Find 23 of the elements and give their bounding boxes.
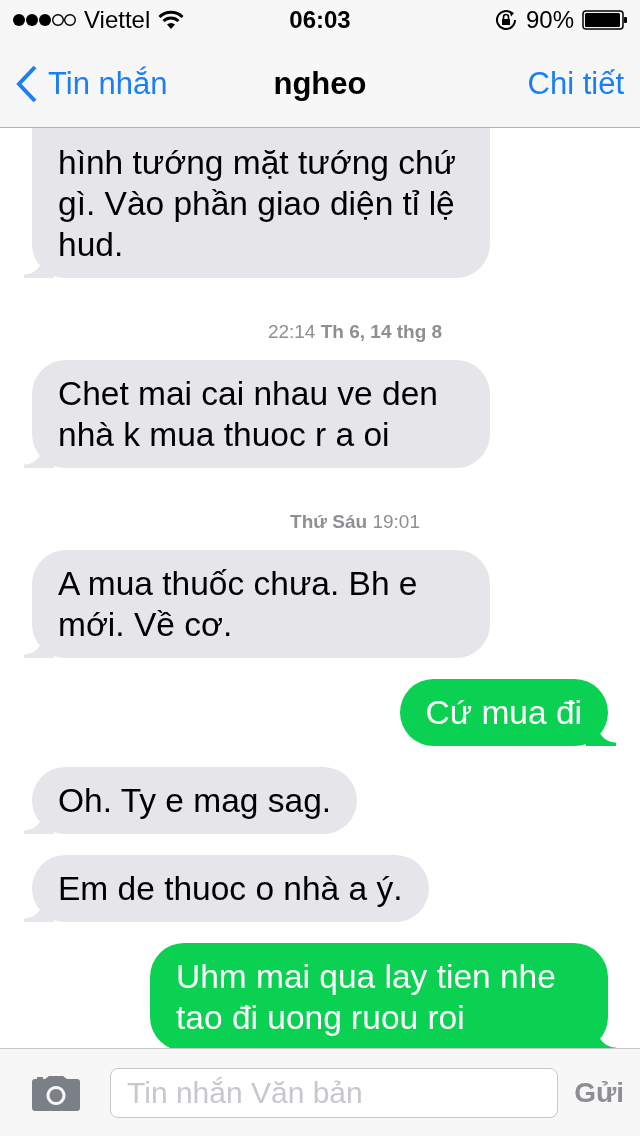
wifi-icon (158, 10, 185, 30)
message-bubble: hình tướng mặt tướng chứ gì. Vào phần giao diện tỉ lệ hud. (24, 128, 490, 278)
details-button[interactable]: Chi tiết (527, 65, 624, 102)
message-bubble: Uhm mai qua lay tien nhe tao đi uong ruou roi (150, 943, 616, 1048)
chevron-left-icon (16, 64, 38, 103)
battery-icon (582, 10, 628, 30)
carrier-name: Viettel (84, 6, 151, 34)
battery-percent: 90% (525, 6, 574, 34)
back-button[interactable]: Tin nhắn (16, 64, 168, 103)
conversation-title: ngheo (273, 65, 367, 102)
send-button[interactable]: Gửi (574, 1076, 624, 1109)
message-bubble: Oh. Ty e mag sag. (24, 767, 358, 834)
signal-icon (12, 12, 76, 28)
camera-icon[interactable] (30, 1073, 82, 1112)
message-bubble: A mua thuốc chưa. Bh e mới. Về cơ. (24, 550, 490, 658)
timestamp: 22:14 Th 6, 14 thg 8 (267, 321, 443, 343)
rotation-lock-icon (493, 8, 518, 32)
message-input-field[interactable]: Tin nhắn Văn bản (110, 1067, 559, 1118)
clock-time: 06:03 (289, 6, 351, 34)
message-bubble: Chet mai cai nhau ve den nhà k mua thuoc r a oi (24, 360, 490, 468)
message-bubble: Cứ mua đi (399, 679, 616, 746)
message-bubble: Em de thuoc o nhà a ý. (24, 855, 429, 922)
timestamp: Thứ Sáu 19:01 (290, 511, 420, 533)
